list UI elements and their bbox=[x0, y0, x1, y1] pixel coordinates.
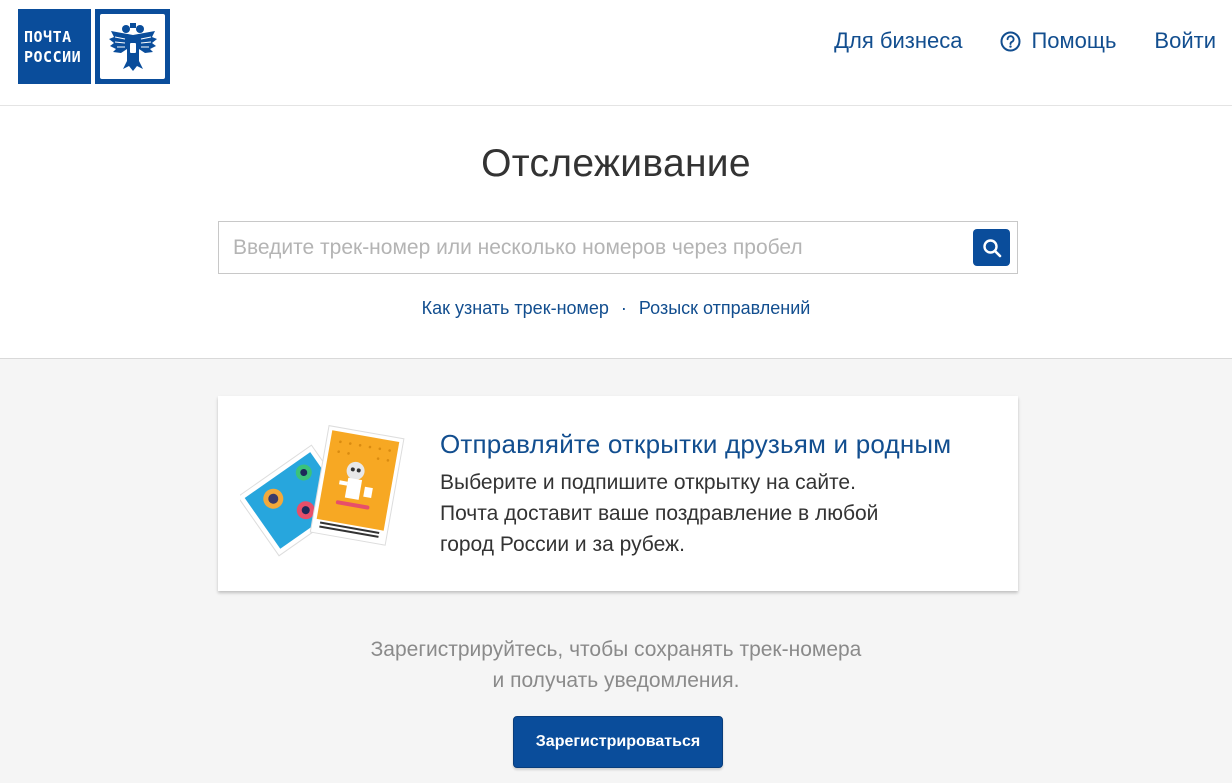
nav-business-link[interactable]: Для бизнеса bbox=[834, 28, 962, 54]
double-headed-eagle-icon bbox=[108, 22, 157, 71]
help-circle-icon bbox=[1000, 31, 1021, 52]
promo-line-2: Почта доставит ваше поздравление в любой bbox=[440, 502, 879, 525]
link-separator: · bbox=[620, 298, 627, 318]
promo-description: Выберите и подпишите открытку на сайте. … bbox=[440, 467, 980, 560]
nav-login-link[interactable]: Войти bbox=[1154, 28, 1216, 54]
register-button[interactable]: Зарегистрироваться bbox=[513, 716, 723, 768]
promo-line-3: город России и за рубеж. bbox=[440, 533, 685, 556]
logo-line-1: ПОЧТА bbox=[24, 27, 72, 46]
russian-post-logo[interactable]: ПОЧТА РОССИИ bbox=[18, 9, 170, 84]
parcel-search-link[interactable]: Розыск отправлений bbox=[639, 298, 810, 318]
promo-title: Отправляйте открытки друзьям и родным bbox=[440, 429, 952, 459]
postcards-illustration bbox=[240, 425, 405, 557]
site-header: ПОЧТА РОССИИ Для бизнеса Помощь Войти bbox=[0, 0, 1232, 106]
search-button[interactable] bbox=[973, 229, 1010, 266]
tracking-search-box bbox=[218, 221, 1018, 274]
page-title: Отслеживание bbox=[481, 142, 751, 185]
register-prompt-line-2: и получать уведомления. bbox=[492, 669, 740, 692]
promo-line-1: Выберите и подпишите открытку на сайте. bbox=[440, 471, 856, 494]
nav-help-label: Помощь bbox=[1031, 28, 1117, 53]
tracking-number-input[interactable] bbox=[219, 222, 959, 273]
search-icon bbox=[982, 238, 1001, 257]
postcard-promo-card[interactable]: Отправляйте открытки друзьям и родным Вы… bbox=[218, 396, 1018, 591]
logo-emblem bbox=[95, 9, 170, 84]
tracking-section: Отслеживание Как узнать трек-номер · Розыс… bbox=[0, 106, 1232, 359]
how-to-find-tracking-link[interactable]: Как узнать трек-номер bbox=[422, 298, 609, 318]
logo-wordmark: ПОЧТА РОССИИ bbox=[18, 9, 91, 84]
register-prompt-line-1: Зарегистрируйтесь, чтобы сохранять трек-… bbox=[370, 638, 862, 661]
register-prompt: Зарегистрируйтесь, чтобы сохранять трек-… bbox=[0, 634, 1232, 696]
nav-help-link[interactable]: Помощь bbox=[1000, 28, 1116, 54]
header-nav: Для бизнеса Помощь Войти bbox=[834, 28, 1216, 54]
logo-line-2: РОССИИ bbox=[24, 47, 82, 66]
tracking-help-links: Как узнать трек-номер · Розыск отправлений bbox=[0, 298, 1232, 319]
